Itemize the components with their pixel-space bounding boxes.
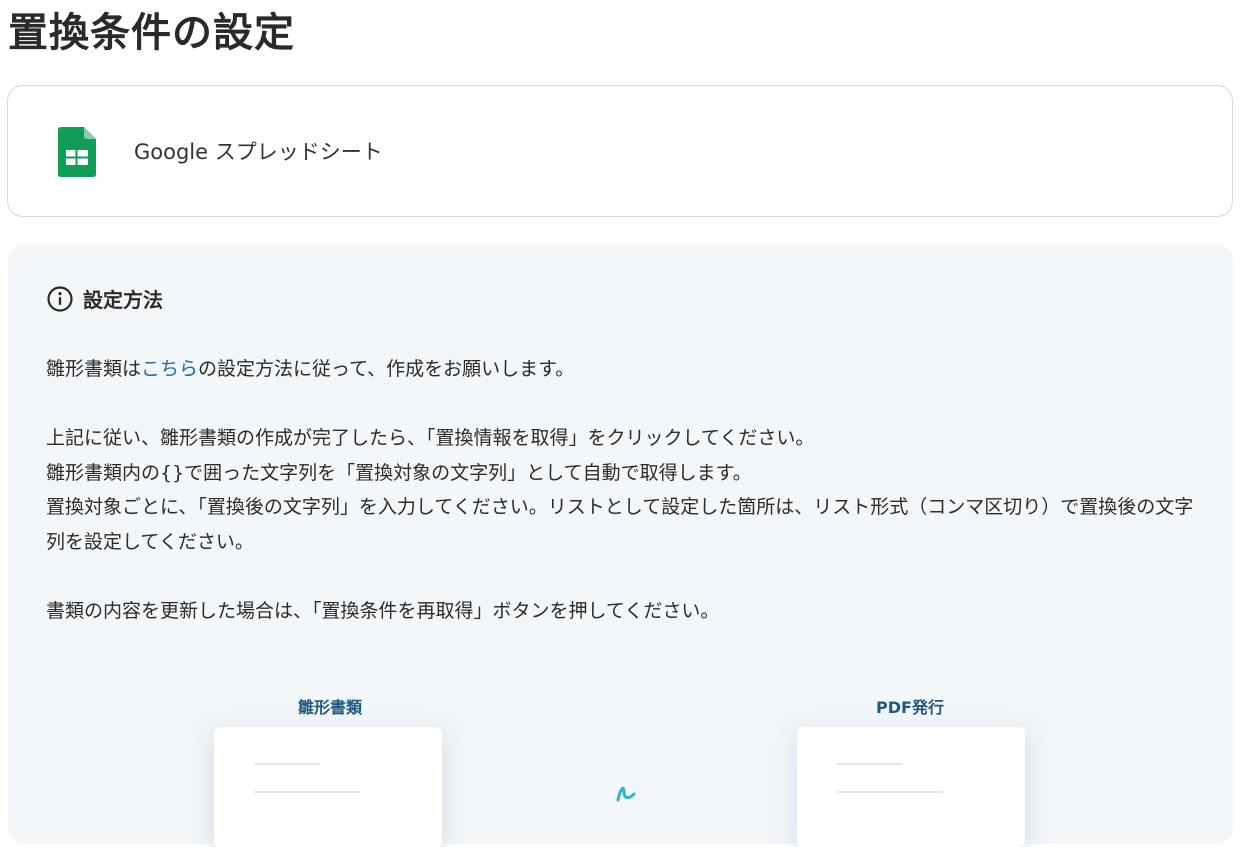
template-guide-link[interactable]: こちら — [141, 358, 198, 380]
help-line-3: 雛形書類内の{}で囲った文字列を「置換対象の文字列」として自動で取得します。 — [46, 461, 752, 484]
help-text: 雛形書類はこちらの設定方法に従って、作成をお願いします。 上記に従い、雛形書類の… — [46, 352, 1196, 628]
app-name: Google スプレッドシート — [134, 140, 383, 164]
help-line-2: 上記に従い、雛形書類の作成が完了したら、「置換情報を取得」をクリックしてください… — [46, 427, 815, 449]
help-line-1-before: 雛形書類は — [46, 358, 142, 380]
arrow-squiggle-icon — [616, 786, 636, 802]
help-line-4: 置換対象ごとに、「置換後の文字列」を入力してください。リストとして設定した箇所は… — [46, 496, 1194, 553]
help-line-5: 書類の内容を更新した場合は、「置換条件を再取得」ボタンを押してください。 — [46, 599, 720, 622]
info-icon — [47, 285, 73, 312]
info-heading-text: 設定方法 — [83, 288, 163, 312]
help-line-1: 雛形書類はこちらの設定方法に従って、作成をお願いします。 — [46, 352, 1196, 387]
google-sheets-icon — [58, 127, 96, 177]
help-panel: 設定方法 雛形書類はこちらの設定方法に従って、作成をお願いします。 上記に従い、… — [8, 244, 1234, 847]
help-line-1-after: の設定方法に従って、作成をお願いします。 — [198, 358, 575, 380]
app-card[interactable]: Google スプレッドシート — [7, 85, 1233, 217]
template-doc-card — [214, 727, 442, 847]
page-title: 置換条件の設定 — [8, 10, 295, 56]
diagram-label-template: 雛形書類 — [297, 698, 362, 717]
diagram-label-pdf: PDF発行 — [876, 698, 944, 717]
info-heading: 設定方法 — [46, 284, 163, 313]
pdf-doc-card — [797, 727, 1025, 847]
